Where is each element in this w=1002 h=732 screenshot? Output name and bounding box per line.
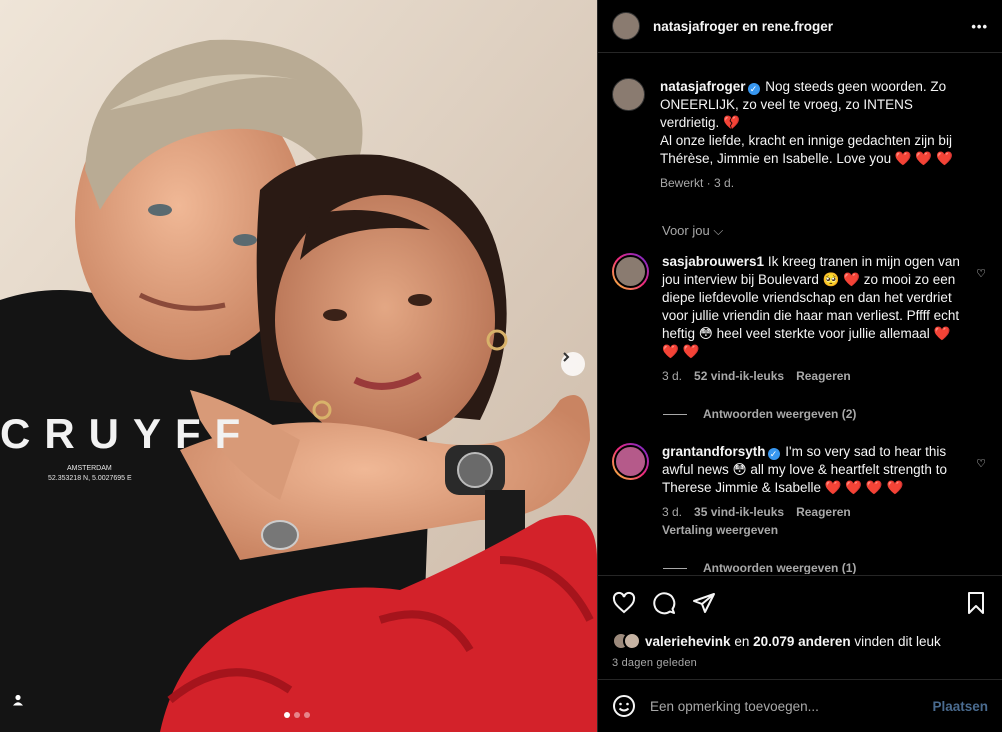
comment-text: Ik kreeg tranen in mijn ogen van jou int…	[662, 254, 960, 359]
comment-username[interactable]: sasjabrouwers1	[662, 254, 764, 269]
post-photo[interactable]: CRUYFF AMSTERDAM 52.353218 N, 5.0027695 …	[0, 0, 597, 732]
post-details-panel: natasjafroger en rene.froger ••• natasja…	[597, 0, 1002, 732]
comment: grantandforsyth ✓ I'm so very sad to hear…	[612, 443, 988, 537]
comment-meta: 3 d. 52 vind-ik-leuks Reageren	[662, 369, 962, 383]
translate-label: Vertaling weergeven	[662, 523, 779, 537]
comments-scroll[interactable]: natasjafroger ✓ Nog steeds geen woorden. …	[598, 54, 1002, 574]
share-icon[interactable]	[692, 591, 716, 615]
action-icons-row	[612, 590, 988, 616]
sort-label: Voor jou	[662, 223, 710, 238]
comment-text-block: sasjabrouwers1 Ik kreeg tranen in mijn o…	[662, 253, 962, 361]
post-header: natasjafroger en rene.froger •••	[598, 0, 1002, 53]
post-actions: valeriehevink en 20.079 anderen vinden d…	[598, 575, 1002, 669]
carousel-dot	[294, 712, 300, 718]
verified-badge-icon: ✓	[767, 448, 780, 460]
carousel-dot	[304, 712, 310, 718]
likes-text: valeriehevink en 20.079 anderen vinden d…	[645, 634, 941, 649]
post-author-title[interactable]: natasjafroger en rene.froger	[653, 19, 964, 34]
caption-meta: Bewerkt · 3 d.	[660, 176, 735, 190]
carousel-indicator	[284, 712, 310, 718]
chevron-down-icon: ⌵	[713, 223, 724, 238]
caption-username[interactable]: natasjafroger	[660, 79, 746, 94]
carousel-next-button[interactable]	[561, 352, 585, 376]
comment-likes[interactable]: 52 vind-ik-leuks	[694, 369, 784, 383]
story-ring[interactable]	[612, 443, 649, 480]
likes-count[interactable]: 20.079 anderen	[753, 634, 851, 649]
post-comment-button[interactable]: Plaatsen	[932, 699, 988, 714]
story-ring[interactable]	[612, 253, 649, 290]
comment-avatar	[614, 255, 647, 288]
comment-like-heart-icon[interactable]: ♡	[976, 457, 986, 470]
liker-username[interactable]: valeriehevink	[645, 634, 731, 649]
shirt-sub2-text: 52.353218 N, 5.0027695 E	[48, 475, 132, 482]
header-avatar[interactable]	[612, 12, 640, 40]
comment-text-block: grantandforsyth ✓ I'm so very sad to hear…	[662, 443, 962, 497]
likes-connector: en	[730, 633, 754, 649]
comment-input[interactable]	[650, 698, 933, 714]
shirt-sub1-text: AMSTERDAM	[67, 465, 112, 472]
liker-avatar	[623, 632, 641, 650]
likes-summary: valeriehevink en 20.079 anderen vinden d…	[612, 632, 988, 650]
translate-button[interactable]: Vertaling weergeven	[662, 523, 962, 537]
tagged-users-button[interactable]	[12, 694, 40, 722]
comment-time[interactable]: 3 d.	[662, 505, 682, 519]
comment-like-heart-icon[interactable]: ♡	[976, 267, 986, 280]
caption-text-block: natasjafroger ✓ Nog steeds geen woorden. …	[660, 78, 960, 168]
view-replies-button[interactable]: Antwoorden weergeven (1)	[663, 561, 988, 574]
view-replies-button[interactable]: Antwoorden weergeven (2)	[663, 407, 988, 421]
comment-reply-button[interactable]: Reageren	[796, 505, 851, 519]
bookmark-icon[interactable]	[964, 591, 988, 615]
shirt-brand-text: CRUYFF	[0, 410, 254, 457]
comment: sasjabrouwers1 Ik kreeg tranen in mijn o…	[612, 253, 988, 383]
photo-illustration: CRUYFF AMSTERDAM 52.353218 N, 5.0027695 …	[0, 0, 597, 732]
comment-sort-dropdown[interactable]: Voor jou ⌵	[662, 223, 988, 239]
post-date[interactable]: 3 dagen geleden	[612, 657, 988, 669]
comment-avatar	[614, 445, 647, 478]
carousel-dot	[284, 712, 290, 718]
view-replies-label: Antwoorden weergeven (1)	[703, 561, 857, 574]
caption-avatar[interactable]	[612, 78, 645, 111]
comment-username[interactable]: grantandforsyth	[662, 444, 766, 459]
verified-badge-icon: ✓	[747, 83, 760, 95]
comment-time[interactable]: 3 d.	[662, 369, 682, 383]
comment-reply-button[interactable]: Reageren	[796, 369, 851, 383]
post-caption: natasjafroger ✓ Nog steeds geen woorden. …	[612, 78, 988, 190]
emoji-icon[interactable]	[612, 694, 636, 718]
likes-suffix: vinden dit leuk	[850, 633, 941, 649]
heart-icon[interactable]	[612, 591, 636, 615]
comment-icon[interactable]	[652, 591, 676, 615]
add-comment-bar: Plaatsen	[598, 679, 1002, 732]
comment-meta: 3 d. 35 vind-ik-leuks Reageren	[662, 505, 962, 519]
comment-likes[interactable]: 35 vind-ik-leuks	[694, 505, 784, 519]
replies-divider	[663, 413, 687, 415]
view-replies-label: Antwoorden weergeven (2)	[703, 407, 857, 421]
user-tag-icon	[13, 694, 23, 706]
more-options-icon[interactable]: •••	[964, 19, 988, 34]
chevron-right-icon	[563, 352, 570, 362]
replies-divider	[663, 567, 687, 569]
